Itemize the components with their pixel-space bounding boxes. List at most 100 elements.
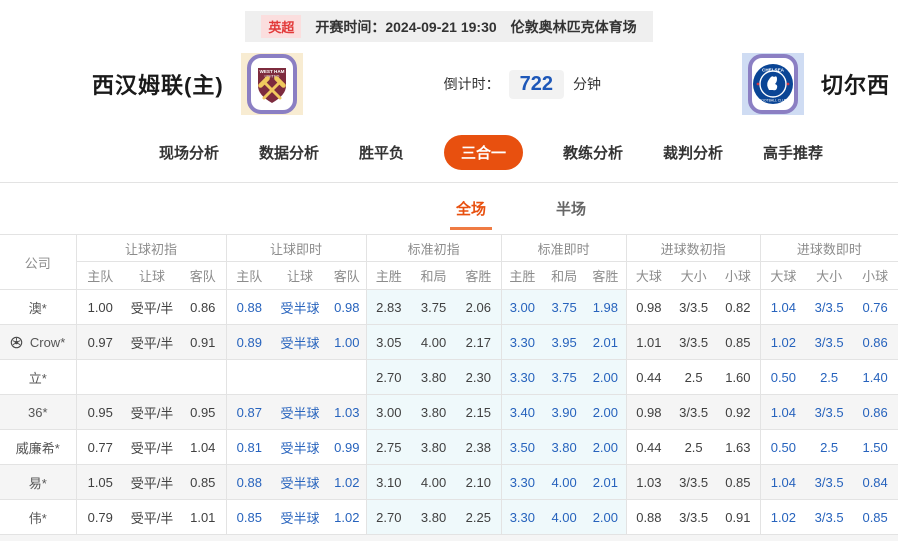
odds-cell[interactable]: 2.00: [585, 395, 626, 430]
company-cell[interactable]: 威廉希*: [0, 430, 76, 465]
odds-cell[interactable]: 1.40: [852, 360, 898, 395]
odds-cell: 3/3.5: [671, 500, 716, 535]
company-cell[interactable]: Crow*: [0, 325, 76, 360]
odds-cell[interactable]: 0.86: [852, 325, 898, 360]
company-cell[interactable]: 立*: [0, 360, 76, 395]
odds-cell[interactable]: 3.50: [501, 430, 543, 465]
odds-cell[interactable]: 0.88: [226, 465, 272, 500]
odds-cell: [76, 360, 124, 395]
odds-cell[interactable]: 3.30: [501, 500, 543, 535]
odds-cell[interactable]: 1.98: [585, 290, 626, 325]
odds-cell: 3/3.5: [671, 325, 716, 360]
odds-cell[interactable]: 2.5: [806, 430, 852, 465]
col-header: 客胜: [585, 262, 626, 290]
odds-cell[interactable]: 0.88: [226, 290, 272, 325]
odds-cell[interactable]: 4.00: [543, 465, 585, 500]
odds-cell[interactable]: 3/3.5: [806, 465, 852, 500]
odds-cell[interactable]: 3.30: [501, 360, 543, 395]
tab-coach-analysis[interactable]: 教练分析: [563, 135, 623, 170]
odds-cell[interactable]: 4.00: [543, 500, 585, 535]
odds-cell[interactable]: 3.75: [543, 360, 585, 395]
odds-cell: [180, 360, 226, 395]
odds-cell[interactable]: 2.00: [585, 360, 626, 395]
odds-cell[interactable]: 0.85: [852, 500, 898, 535]
odds-cell[interactable]: 2.01: [585, 465, 626, 500]
odds-cell[interactable]: 0.50: [760, 430, 806, 465]
group-header-goals-live: 进球数即时: [760, 235, 898, 262]
odds-cell[interactable]: 受半球: [272, 465, 328, 500]
odds-cell[interactable]: 3.75: [543, 290, 585, 325]
company-cell[interactable]: 易*: [0, 465, 76, 500]
odds-cell[interactable]: 0.86: [852, 395, 898, 430]
odds-cell[interactable]: 0.87: [226, 395, 272, 430]
odds-cell: 3.75: [411, 290, 456, 325]
odds-cell[interactable]: 0.98: [328, 290, 366, 325]
odds-cell[interactable]: 2.00: [585, 500, 626, 535]
odds-cell[interactable]: 1.50: [852, 430, 898, 465]
odds-cell: 3.10: [366, 465, 411, 500]
odds-cell[interactable]: 3/3.5: [806, 500, 852, 535]
tab-three-in-one[interactable]: 三合一: [444, 135, 523, 170]
odds-cell: 3.80: [411, 430, 456, 465]
odds-cell[interactable]: 3.90: [543, 395, 585, 430]
odds-cell[interactable]: 3.30: [501, 465, 543, 500]
countdown-value: 722: [509, 70, 564, 99]
tab-data-analysis[interactable]: 数据分析: [259, 135, 319, 170]
odds-cell[interactable]: 3.00: [501, 290, 543, 325]
odds-cell[interactable]: [226, 360, 272, 395]
odds-cell: 受平/半: [124, 290, 180, 325]
kickoff-time: 开赛时间：2024-09-21 19:30: [315, 17, 496, 37]
home-team-name: 西汉姆联(主): [92, 68, 224, 100]
odds-cell[interactable]: 受半球: [272, 290, 328, 325]
odds-cell[interactable]: [272, 360, 328, 395]
odds-cell[interactable]: 1.04: [760, 290, 806, 325]
odds-cell: 受平/半: [124, 500, 180, 535]
tab-live-analysis[interactable]: 现场分析: [159, 135, 219, 170]
odds-cell[interactable]: 0.81: [226, 430, 272, 465]
odds-cell[interactable]: 1.04: [760, 395, 806, 430]
odds-cell[interactable]: 受半球: [272, 500, 328, 535]
tab-win-draw-loss[interactable]: 胜平负: [359, 135, 404, 170]
odds-cell[interactable]: 2.00: [585, 430, 626, 465]
odds-cell[interactable]: 3/3.5: [806, 325, 852, 360]
odds-cell[interactable]: 3.30: [501, 325, 543, 360]
company-cell[interactable]: 36*: [0, 395, 76, 430]
tab-referee-analysis[interactable]: 裁判分析: [663, 135, 723, 170]
odds-cell[interactable]: 0.50: [760, 360, 806, 395]
odds-cell[interactable]: 1.02: [760, 325, 806, 360]
odds-cell[interactable]: 0.99: [328, 430, 366, 465]
odds-cell[interactable]: 受半球: [272, 325, 328, 360]
odds-cell[interactable]: 2.5: [806, 360, 852, 395]
table-row: 易*1.05受平/半0.850.88受半球1.023.104.002.103.3…: [0, 465, 898, 500]
odds-cell[interactable]: 1.02: [760, 500, 806, 535]
odds-cell[interactable]: 1.00: [328, 325, 366, 360]
odds-cell[interactable]: 1.04: [760, 465, 806, 500]
odds-cell[interactable]: 3/3.5: [806, 290, 852, 325]
odds-cell[interactable]: 1.02: [328, 465, 366, 500]
odds-cell[interactable]: 2.01: [585, 325, 626, 360]
odds-cell: 0.97: [76, 325, 124, 360]
odds-cell[interactable]: 0.89: [226, 325, 272, 360]
odds-cell: 0.85: [180, 465, 226, 500]
odds-cell[interactable]: 0.85: [226, 500, 272, 535]
odds-cell[interactable]: 0.84: [852, 465, 898, 500]
odds-cell: 0.98: [626, 290, 671, 325]
table-row: 36*0.95受平/半0.950.87受半球1.033.003.802.153.…: [0, 395, 898, 430]
odds-cell[interactable]: 受半球: [272, 430, 328, 465]
odds-cell[interactable]: [328, 360, 366, 395]
tab-expert-picks[interactable]: 高手推荐: [763, 135, 823, 170]
odds-cell[interactable]: 1.02: [328, 500, 366, 535]
odds-cell: 0.85: [716, 325, 760, 360]
tab-full-time[interactable]: 全场: [450, 198, 492, 230]
company-cell[interactable]: 伟*: [0, 500, 76, 535]
company-cell[interactable]: 澳*: [0, 290, 76, 325]
odds-cell[interactable]: 受半球: [272, 395, 328, 430]
odds-cell[interactable]: 3.40: [501, 395, 543, 430]
odds-cell[interactable]: 3.80: [543, 430, 585, 465]
odds-cell[interactable]: 1.03: [328, 395, 366, 430]
odds-cell[interactable]: 3.95: [543, 325, 585, 360]
odds-cell[interactable]: 0.76: [852, 290, 898, 325]
table-row: 立*2.703.802.303.303.752.000.442.51.600.5…: [0, 360, 898, 395]
odds-cell[interactable]: 3/3.5: [806, 395, 852, 430]
tab-half-time[interactable]: 半场: [550, 198, 592, 230]
